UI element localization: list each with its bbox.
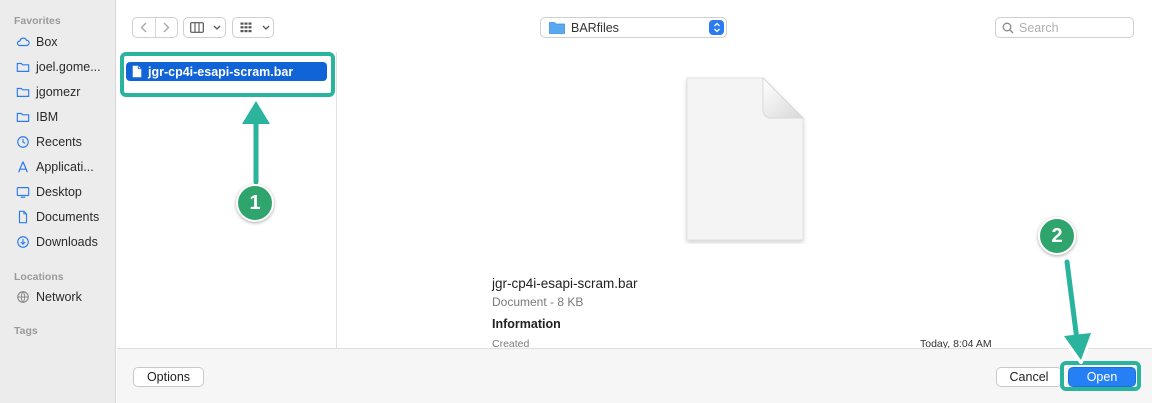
- sidebar-item-label: IBM: [36, 110, 59, 124]
- back-button[interactable]: [133, 18, 155, 37]
- favorites-heading: Favorites: [14, 15, 61, 27]
- current-folder-name: BARfiles: [571, 20, 619, 35]
- clock-icon: [17, 136, 29, 148]
- sidebar: Favorites Box joel.gome... jgomezr IBM R…: [0, 0, 116, 403]
- network-icon: [17, 291, 29, 303]
- view-mode-button[interactable]: [183, 17, 226, 38]
- information-heading: Information: [492, 317, 561, 331]
- search-field[interactable]: [995, 17, 1134, 38]
- step-1-badge: 1: [236, 184, 274, 222]
- sidebar-item-desktop[interactable]: Desktop: [16, 182, 114, 202]
- options-button[interactable]: Options: [133, 367, 204, 387]
- sidebar-item-recents[interactable]: Recents: [16, 132, 114, 152]
- highlight-open-button: [1060, 361, 1141, 391]
- sidebar-item-label: jgomezr: [36, 85, 81, 99]
- cancel-button[interactable]: Cancel: [996, 367, 1062, 387]
- sidebar-item-label: Applicati...: [36, 160, 94, 174]
- applications-icon: [18, 161, 28, 173]
- preview-file-name: jgr-cp4i-esapi-scram.bar: [492, 276, 638, 291]
- highlight-file-row: [120, 52, 335, 97]
- search-icon: [1002, 22, 1014, 33]
- download-icon: [17, 236, 29, 248]
- toolbar: BARfiles: [117, 0, 1152, 52]
- back-forward-control: [132, 17, 178, 38]
- desktop-icon: [16, 187, 30, 198]
- group-by-button[interactable]: [232, 17, 274, 38]
- popup-stepper: [709, 20, 724, 35]
- chevron-down-icon: [262, 25, 270, 30]
- tags-heading: Tags: [14, 325, 38, 337]
- folder-icon: [16, 62, 30, 72]
- step-2-badge: 2: [1038, 217, 1076, 255]
- sidebar-item-ibm[interactable]: IBM: [16, 107, 114, 127]
- sidebar-item-label: Desktop: [36, 185, 82, 199]
- preview-kind-size: Document - 8 KB: [492, 295, 584, 309]
- grid-icon: [240, 22, 252, 33]
- sidebar-item-box[interactable]: Box: [16, 32, 114, 52]
- chevron-down-icon: [213, 25, 221, 30]
- folder-icon: [549, 22, 565, 34]
- sidebar-item-label: Recents: [36, 135, 82, 149]
- sidebar-item-label: Downloads: [36, 235, 98, 249]
- sidebar-item-network[interactable]: Network: [16, 287, 114, 307]
- forward-button[interactable]: [156, 18, 178, 37]
- sidebar-item-downloads[interactable]: Downloads: [16, 232, 114, 252]
- chevron-right-icon: [163, 22, 170, 33]
- search-input[interactable]: [1019, 20, 1129, 35]
- sidebar-item-documents[interactable]: Documents: [16, 207, 114, 227]
- folder-icon: [16, 112, 30, 122]
- document-icon: [18, 210, 28, 224]
- bottom-bar: Options Cancel Open: [117, 348, 1152, 403]
- folder-path-popup[interactable]: BARfiles: [540, 17, 727, 38]
- cloud-icon: [16, 37, 30, 47]
- locations-heading: Locations: [14, 271, 64, 283]
- sidebar-item-applications[interactable]: Applicati...: [16, 157, 114, 177]
- columns-view-icon: [190, 22, 204, 33]
- sidebar-item-jgomezr[interactable]: jgomezr: [16, 82, 114, 102]
- chevron-left-icon: [140, 22, 147, 33]
- sidebar-item-label: Box: [36, 35, 58, 49]
- folder-icon: [16, 87, 30, 97]
- sidebar-item-label: Documents: [36, 210, 100, 224]
- up-down-arrows-icon: [713, 22, 720, 33]
- preview-pane: jgr-cp4i-esapi-scram.bar Document - 8 KB…: [338, 52, 1152, 350]
- sidebar-item-joel[interactable]: joel.gome...: [16, 57, 114, 77]
- document-preview-icon: [686, 76, 805, 241]
- sidebar-item-label: joel.gome...: [36, 60, 101, 74]
- sidebar-item-label: Network: [36, 290, 82, 304]
